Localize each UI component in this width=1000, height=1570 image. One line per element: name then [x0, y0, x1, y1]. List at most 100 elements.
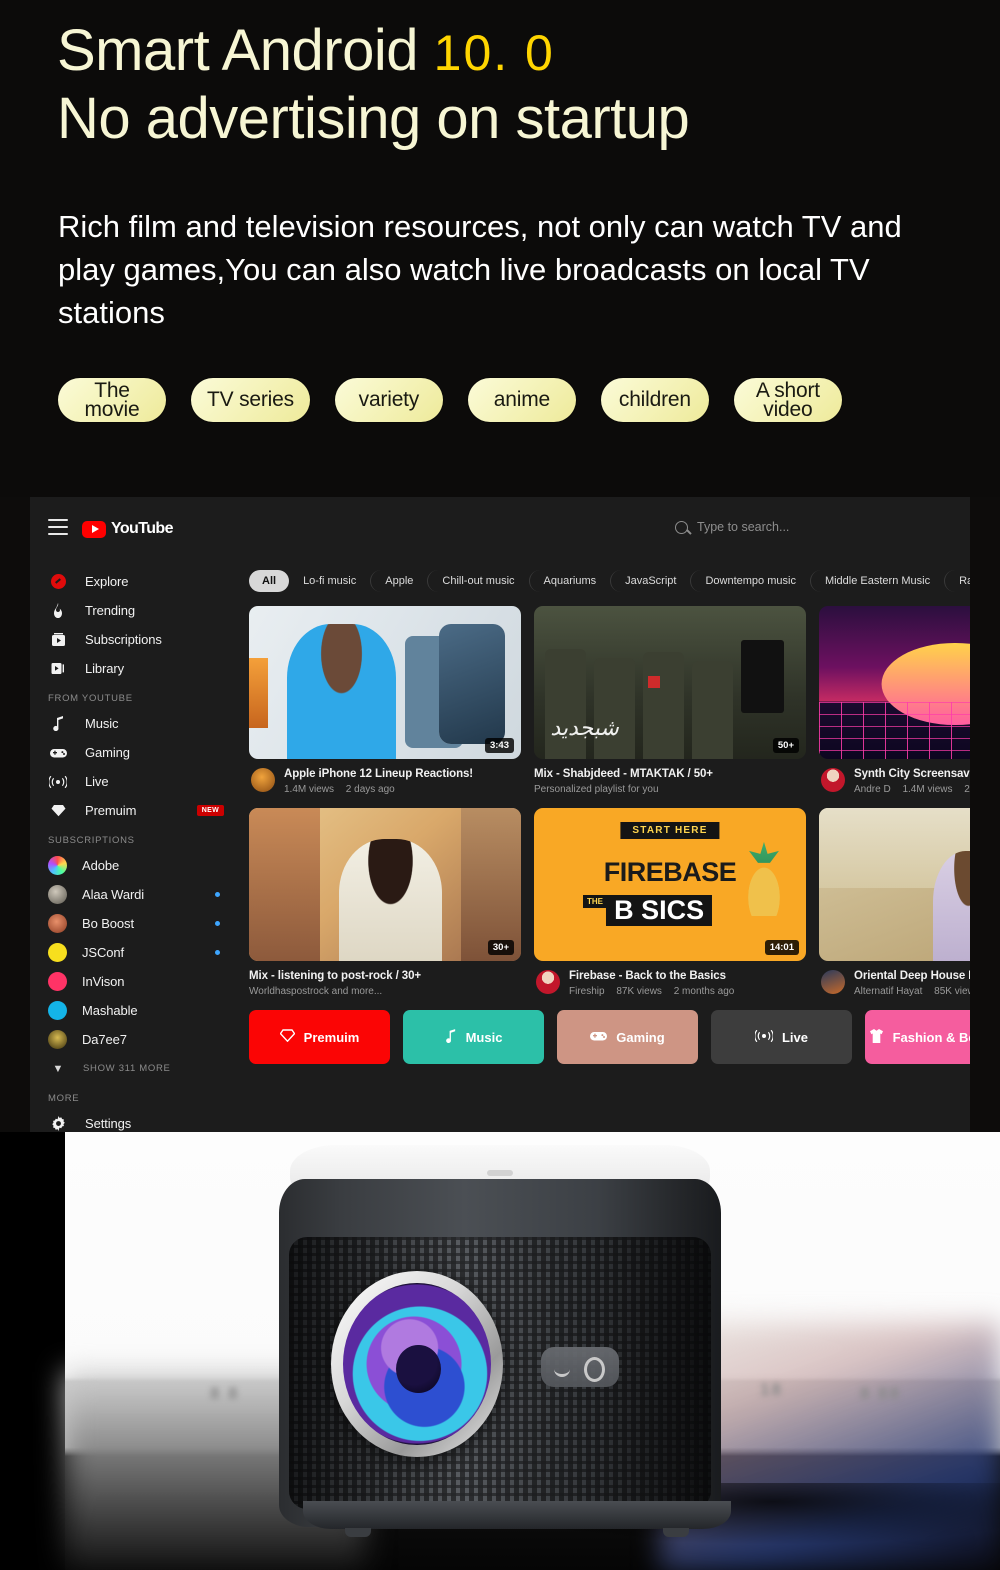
- chip-lo-fi-music[interactable]: Lo-fi music: [289, 570, 370, 592]
- button-premuim[interactable]: Premuim: [249, 1010, 390, 1064]
- filter-chip-row: All Lo-fi music Apple Chill-out music Aq…: [249, 569, 970, 593]
- video-thumbnail[interactable]: START HERE FIREBASE THE B SICS 14:01: [534, 808, 806, 961]
- playlist-subtitle: Personalized playlist for you: [534, 784, 659, 795]
- hamburger-menu-icon[interactable]: [48, 519, 68, 535]
- button-fashion-beauty[interactable]: Fashion & Beauty: [865, 1010, 970, 1064]
- sidebar-subscription-alaa-wardi[interactable]: Alaa Wardi: [48, 880, 242, 909]
- pill-line-2: video: [763, 398, 813, 421]
- category-pill-the-movie[interactable]: The movie: [58, 378, 166, 422]
- pill-label: children: [618, 388, 691, 411]
- video-thumbnail[interactable]: [819, 606, 970, 759]
- page-root: Smart Android 10. 0 No advertising on st…: [0, 0, 1000, 1570]
- video-card-synth-city[interactable]: Synth City Screensave Andre D 1.4M views…: [819, 606, 970, 795]
- video-thumbnail[interactable]: [819, 808, 970, 961]
- sidebar-item-settings[interactable]: Settings: [48, 1109, 242, 1132]
- thumbnail-word-firebase: FIREBASE: [603, 856, 737, 887]
- subscription-label: InVison: [82, 974, 125, 989]
- headline-line-1: Smart Android: [57, 18, 419, 83]
- chip-aquariums[interactable]: Aquariums: [528, 570, 611, 592]
- channel-avatar[interactable]: [536, 970, 560, 994]
- button-label: Premuim: [303, 1029, 360, 1045]
- sidebar-item-live[interactable]: Live: [48, 767, 242, 796]
- channel-name[interactable]: Fireship: [569, 986, 605, 997]
- sidebar-item-label: Subscriptions: [85, 632, 162, 647]
- chip-middle-eastern-music[interactable]: Middle Eastern Music: [809, 570, 944, 592]
- video-title[interactable]: Mix - listening to post-rock / 30+: [249, 969, 421, 983]
- duration-badge: 14:01: [764, 940, 799, 955]
- sidebar-subscription-jsconf[interactable]: JSConf: [48, 938, 242, 967]
- sidebar-subscription-da7ee7[interactable]: Da7ee7: [48, 1025, 242, 1054]
- search-bar[interactable]: Type to search...: [675, 520, 789, 534]
- video-meta: 1.4M views 2 days ago: [284, 784, 473, 795]
- video-title[interactable]: Mix - Shabjdeed - MTAKTAK / 50+: [534, 767, 713, 781]
- flame-icon: [48, 602, 68, 619]
- video-title[interactable]: Oriental Deep House M: [854, 969, 970, 983]
- video-card-oriental-deep-house[interactable]: Oriental Deep House M Alternatif Hayat 8…: [819, 808, 970, 997]
- category-pill-children[interactable]: children: [600, 378, 709, 422]
- button-label: Live: [781, 1029, 808, 1045]
- button-gaming[interactable]: Gaming: [557, 1010, 698, 1064]
- sidebar-item-music[interactable]: Music: [48, 709, 242, 738]
- video-title[interactable]: Apple iPhone 12 Lineup Reactions!: [284, 767, 473, 781]
- sidebar-item-explore[interactable]: Explore: [48, 567, 242, 596]
- headline-line-2: No advertising on startup: [57, 86, 690, 151]
- video-card-firebase-basics[interactable]: START HERE FIREBASE THE B SICS 14:01 Fir…: [534, 808, 806, 997]
- channel-name[interactable]: Alternatif Hayat: [854, 986, 922, 997]
- video-thumbnail[interactable]: 3:43: [249, 606, 521, 759]
- video-card-mix-shabjdeed[interactable]: شبجديد 50+ Mix - Shabjdeed - MTAKTAK / 5…: [534, 606, 806, 795]
- broadcast-icon: [754, 1029, 774, 1045]
- video-card-apple-iphone-12[interactable]: 3:43 Apple iPhone 12 Lineup Reactions! 1…: [249, 606, 521, 795]
- blurred-text: 8 8: [210, 1384, 240, 1403]
- unread-dot: [215, 892, 220, 897]
- upload-age: 2 months ago: [673, 986, 735, 997]
- chip-downtempo-music[interactable]: Downtempo music: [690, 570, 809, 592]
- youtube-logo[interactable]: YouTube: [82, 520, 173, 538]
- video-title[interactable]: Firebase - Back to the Basics: [569, 969, 734, 983]
- button-live[interactable]: Live: [711, 1010, 852, 1064]
- button-music[interactable]: Music: [403, 1010, 544, 1064]
- unread-dot: [215, 921, 220, 926]
- sidebar-subscription-bo-boost[interactable]: Bo Boost: [48, 909, 242, 938]
- sidebar-subscription-mashable[interactable]: Mashable: [48, 996, 242, 1025]
- category-button-row: Premuim Music Gaming Live Fashion & B: [249, 1010, 970, 1064]
- upload-age: 2 days ago: [345, 784, 395, 795]
- video-card-mix-post-rock[interactable]: 30+ Mix - listening to post-rock / 30+ W…: [249, 808, 521, 997]
- gamepad-icon: [48, 747, 68, 759]
- video-meta: Andre D 1.4M views 2 d: [854, 784, 970, 795]
- chip-javascript[interactable]: JavaScript: [610, 570, 690, 592]
- category-pill-variety[interactable]: variety: [334, 378, 443, 422]
- avatar: [48, 1001, 67, 1020]
- sidebar-subscription-invison[interactable]: InVison: [48, 967, 242, 996]
- playlist-subtitle: Worldhaspostrock and more...: [249, 986, 383, 997]
- subscription-label: Alaa Wardi: [82, 887, 145, 902]
- chip-rapping[interactable]: Rapping: [944, 570, 970, 592]
- library-icon: [48, 661, 68, 676]
- sidebar-item-subscriptions[interactable]: Subscriptions: [48, 625, 242, 654]
- youtube-app-screenshot: YouTube Type to search... Explore Trendi…: [30, 497, 970, 1132]
- chip-all[interactable]: All: [249, 570, 290, 592]
- sidebar-item-gaming[interactable]: Gaming: [48, 738, 242, 767]
- video-title[interactable]: Synth City Screensave: [854, 767, 970, 781]
- category-pill-anime[interactable]: anime: [467, 378, 576, 422]
- pill-line-2: movie: [84, 398, 140, 421]
- video-thumbnail[interactable]: 30+: [249, 808, 521, 961]
- video-thumbnail[interactable]: شبجديد 50+: [534, 606, 806, 759]
- count-badge: 30+: [487, 940, 514, 955]
- search-input[interactable]: Type to search...: [697, 520, 789, 534]
- sidebar-show-more[interactable]: ▼ SHOW 311 MORE: [48, 1054, 242, 1083]
- channel-name[interactable]: Andre D: [854, 784, 891, 795]
- sidebar-item-trending[interactable]: Trending: [48, 596, 242, 625]
- channel-avatar[interactable]: [821, 970, 845, 994]
- category-pill-tv-series[interactable]: TV series: [191, 378, 310, 422]
- sidebar-item-premuim[interactable]: Premuim NEW: [48, 796, 242, 825]
- chip-apple[interactable]: Apple: [370, 570, 427, 592]
- subscription-label: Da7ee7: [82, 1032, 127, 1047]
- sidebar-item-library[interactable]: Library: [48, 654, 242, 683]
- channel-avatar[interactable]: [821, 768, 845, 792]
- avatar: [48, 972, 67, 991]
- subscription-label: JSConf: [82, 945, 125, 960]
- sidebar-subscription-adobe[interactable]: Adobe: [48, 851, 242, 880]
- chip-chill-out-music[interactable]: Chill-out music: [427, 570, 528, 592]
- channel-avatar[interactable]: [251, 768, 275, 792]
- category-pill-a-short-video[interactable]: A short video: [733, 378, 842, 422]
